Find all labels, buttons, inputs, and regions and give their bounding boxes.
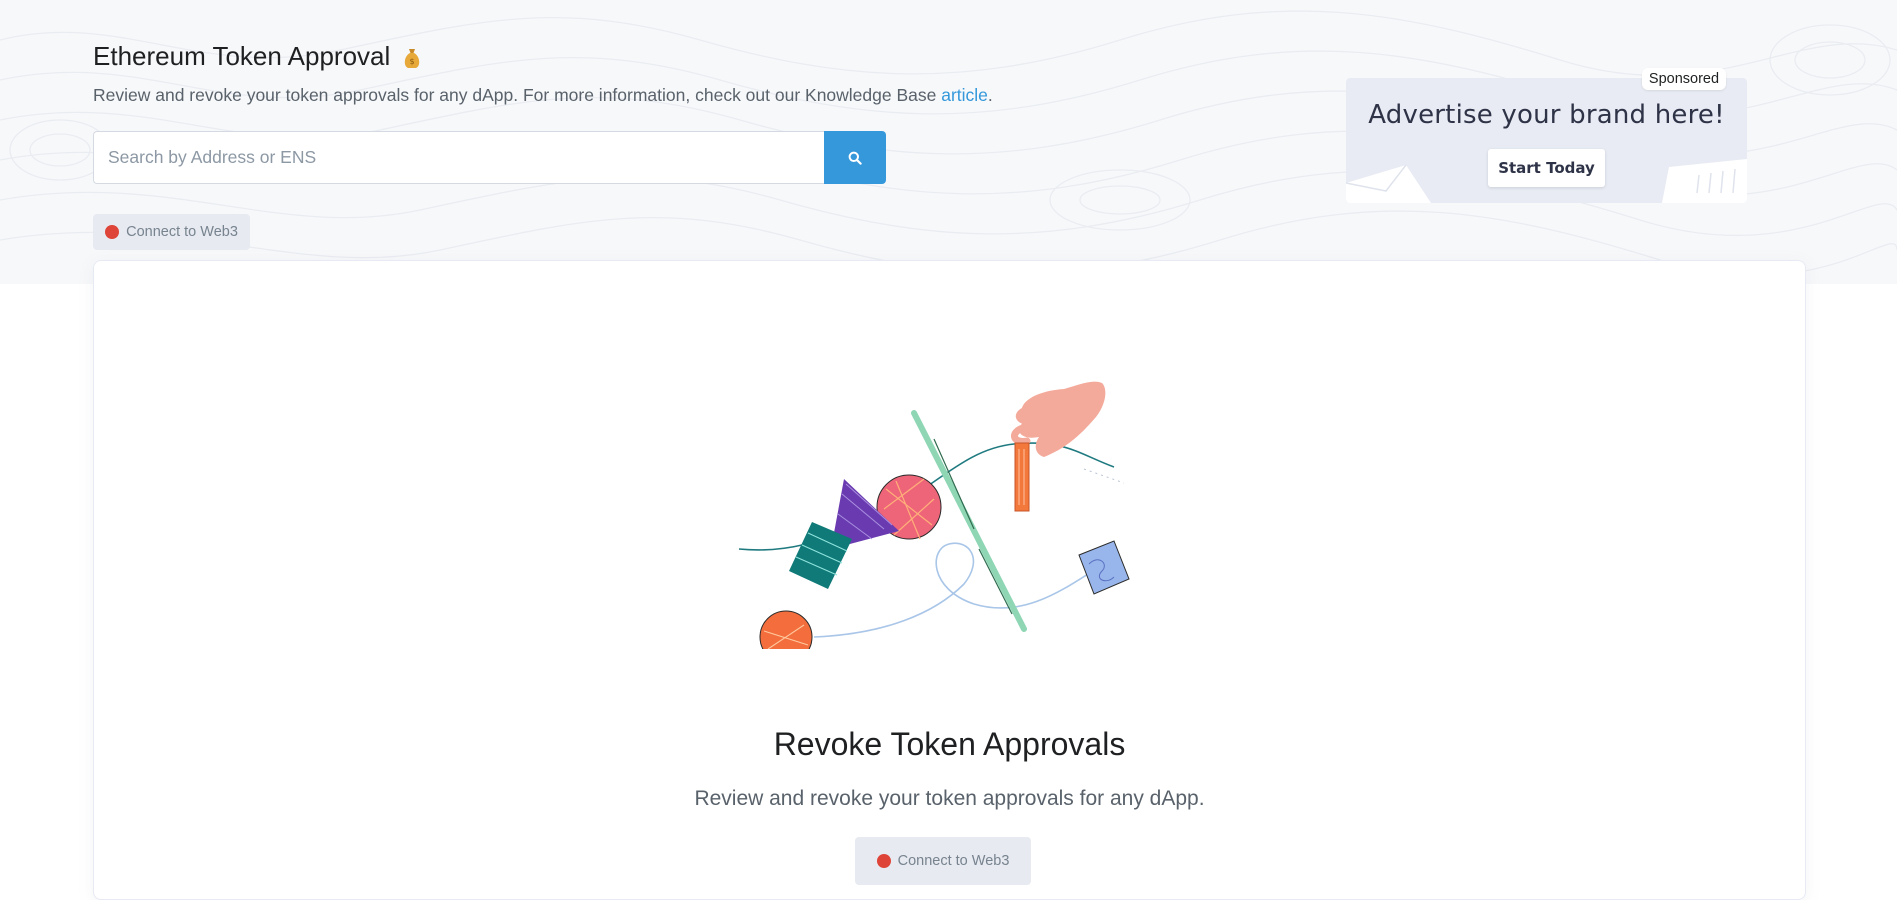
svg-text:$: $ (410, 57, 415, 66)
search-button[interactable] (824, 131, 886, 184)
sponsored-badge: Sponsored (1642, 68, 1726, 90)
page-title: Ethereum Token Approval $ (93, 41, 422, 72)
envelope-decoration-icon (1346, 164, 1431, 203)
page-title-text: Ethereum Token Approval (93, 41, 391, 71)
page-description: Review and revoke your token approvals f… (93, 85, 993, 106)
main-card: Revoke Token Approvals Review and revoke… (93, 260, 1806, 900)
connect-web3-main-label: Connect to Web3 (897, 853, 1010, 869)
revoke-title: Revoke Token Approvals (773, 726, 1126, 762)
ad-headline: Advertise your brand here! (1368, 100, 1725, 130)
search-bar (93, 131, 886, 184)
knowledge-base-article-link[interactable]: article (941, 85, 988, 105)
sponsored-ad-banner[interactable]: Advertise your brand here! Start Today (1346, 78, 1747, 203)
token-approval-illustration (738, 381, 1130, 649)
connect-web3-main-button[interactable]: Connect to Web3 (855, 837, 1031, 885)
connect-web3-button[interactable]: Connect to Web3 (93, 214, 250, 250)
ad-start-today-button[interactable]: Start Today (1488, 149, 1605, 187)
receipt-decoration-icon (1662, 159, 1747, 203)
search-icon (848, 151, 862, 165)
money-bag-icon: $ (405, 48, 420, 68)
connect-web3-label: Connect to Web3 (126, 224, 238, 240)
revoke-subtitle: Review and revoke your token approvals f… (694, 787, 1205, 810)
hero-banner: Ethereum Token Approval $ Review and rev… (0, 0, 1897, 284)
disconnected-status-icon (105, 225, 120, 239)
description-text: Review and revoke your token approvals f… (93, 85, 942, 105)
search-input[interactable] (93, 131, 824, 184)
description-suffix: . (987, 85, 993, 105)
disconnected-status-icon (876, 854, 891, 868)
